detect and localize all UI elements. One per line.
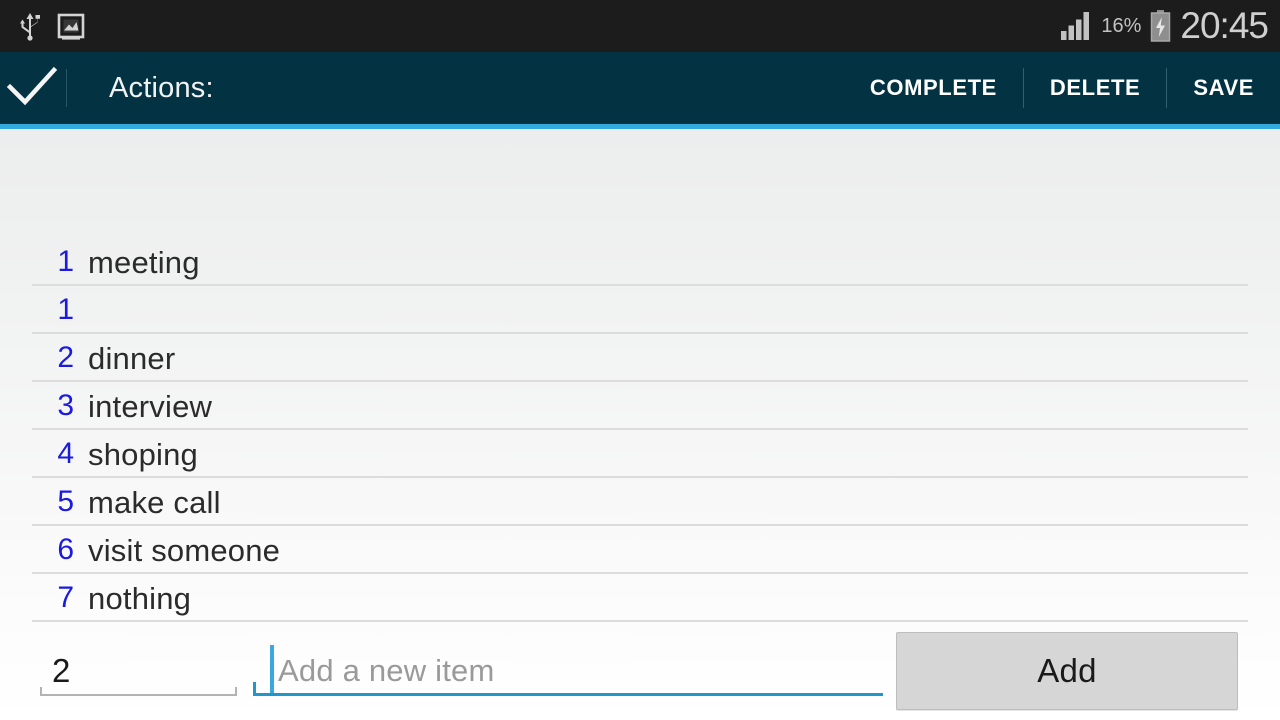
status-bar-right-indicators: 16% 20:45 [1061,4,1280,46]
list-item[interactable]: 1 meeting [0,238,1280,286]
title-divider [66,69,67,107]
action-items-list: 1 meeting 1 2 dinner 3 interview 4 shopi… [0,238,1280,622]
list-item-label: dinner [88,340,176,376]
list-item-number: 4 [57,437,74,470]
list-item[interactable]: 5 make call [0,478,1280,526]
checkmark-icon [6,64,58,113]
usb-icon [18,11,42,41]
new-item-input[interactable]: Add a new item [253,638,883,704]
delete-button[interactable]: DELETE [1024,52,1166,124]
page-title: Actions: [109,71,214,104]
action-bar-buttons: COMPLETE DELETE SAVE [844,52,1280,124]
list-item-number: 6 [57,533,74,566]
list-item-label: interview [88,388,213,424]
list-item[interactable]: 2 dinner [0,334,1280,382]
new-item-input-underline [253,682,883,696]
home-up-button[interactable] [0,52,64,124]
clock-label: 20:45 [1180,4,1269,46]
app-root: 16% 20:45 Actions: COMPLETE DELETE SAVE … [0,0,1280,720]
list-item-label: meeting [88,244,200,280]
list-item-number: 1 [57,293,74,326]
list-item-number: 7 [57,581,74,614]
list-item[interactable]: 6 visit someone [0,526,1280,574]
complete-button[interactable]: COMPLETE [844,52,1023,124]
list-item[interactable]: 4 shoping [0,430,1280,478]
status-bar: 16% 20:45 [0,0,1280,52]
quantity-field-underline [40,687,237,696]
add-button[interactable]: Add [896,632,1238,710]
add-button-label: Add [1037,652,1097,689]
screenshot-image-icon [56,11,86,41]
list-item-label: shoping [88,436,198,472]
list-item[interactable]: 1 [0,286,1280,334]
action-bar: Actions: COMPLETE DELETE SAVE [0,52,1280,124]
list-item-number: 2 [57,341,74,374]
list-item-label: nothing [88,580,192,616]
list-item[interactable]: 3 interview [0,382,1280,430]
list-item-number: 5 [57,485,74,518]
status-bar-left-icons [0,11,86,41]
signal-bars-icon [1061,12,1092,40]
save-button[interactable]: SAVE [1167,52,1280,124]
list-item-label: make call [88,484,221,520]
battery-charging-icon [1150,10,1171,42]
text-cursor [270,645,274,693]
list-item-number: 1 [57,245,74,278]
list-item[interactable]: 7 nothing [0,574,1280,622]
list-item-label: visit someone [88,532,281,568]
quantity-field[interactable]: 2 [40,638,237,704]
list-item-number: 3 [57,389,74,422]
battery-percent-label: 16% [1101,14,1142,37]
